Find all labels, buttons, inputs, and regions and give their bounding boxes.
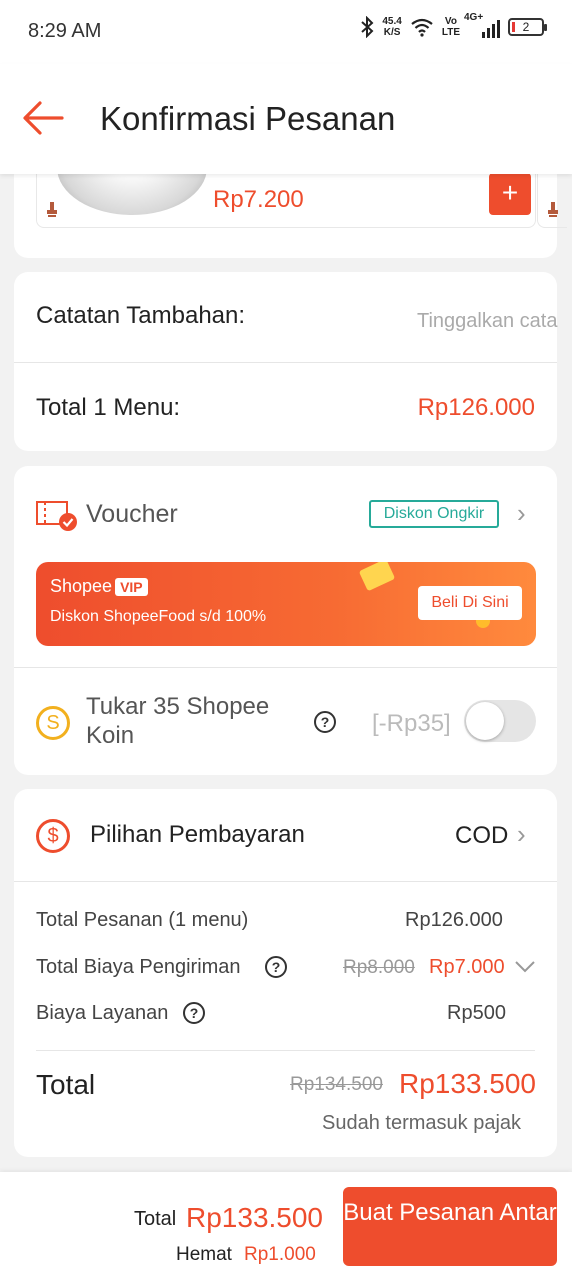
- notes-card: Catatan Tambahan: Tinggalkan cata Total …: [14, 272, 557, 451]
- status-time: 8:29 AM: [28, 20, 102, 42]
- wifi-icon: [411, 18, 433, 37]
- payment-method: COD: [455, 822, 509, 849]
- chevron-right-icon: ›: [517, 498, 526, 528]
- place-order-button[interactable]: Buat Pesanan Antar: [343, 1187, 557, 1266]
- service-fee-label: Biaya Layanan: [36, 1002, 169, 1024]
- signal-icon: 4G+: [464, 12, 500, 38]
- status-icons: 45.4 K/S Vo LTE 4G+ 2: [360, 12, 547, 38]
- merchant-logo-icon: [548, 202, 558, 217]
- payment-icon: $: [36, 819, 70, 853]
- menu-item-price: Rp7.200: [213, 186, 304, 213]
- coin-toggle[interactable]: [464, 700, 536, 742]
- savings-label: Hemat: [176, 1244, 232, 1265]
- shipping-old-price: Rp8.000: [343, 957, 415, 978]
- shopee-coin-icon: S: [36, 706, 70, 740]
- battery-level: 2: [522, 20, 530, 34]
- bottom-total-label: Total: [134, 1208, 177, 1230]
- app-header: Konfirmasi Pesanan: [0, 64, 572, 174]
- menu-total-label: Total 1 Menu:: [36, 394, 181, 421]
- service-fee-value: Rp500: [447, 1002, 506, 1024]
- help-icon[interactable]: ?: [314, 711, 336, 733]
- notes-label: Catatan Tambahan:: [36, 302, 246, 329]
- merchant-logo-icon: [47, 202, 57, 217]
- toggle-knob: [466, 702, 504, 740]
- checkout-bar: Total Rp133.500 Hemat Rp1.000 Buat Pesan…: [0, 1172, 572, 1280]
- shipping-label: Total Biaya Pengiriman: [36, 956, 241, 978]
- shopee-vip-logo: Shopee VIP: [50, 576, 148, 597]
- battery-icon: 2: [508, 18, 547, 36]
- divider: [14, 362, 557, 363]
- voucher-card: Voucher Diskon Ongkir › Shopee VIP Disko…: [14, 466, 557, 775]
- menu-total-value: Rp126.000: [417, 394, 535, 421]
- shopee-vip-banner[interactable]: Shopee VIP Diskon ShopeeFood s/d 100% Be…: [36, 562, 536, 646]
- help-icon[interactable]: ?: [265, 956, 287, 978]
- coin-value: [-Rp35]: [372, 710, 451, 737]
- network-type: 4G+: [464, 12, 484, 23]
- payment-label: Pilihan Pembayaran: [90, 821, 305, 848]
- grand-total-old: Rp134.500: [290, 1074, 383, 1095]
- payment-card: $ Pilihan Pembayaran COD › Total Pesanan…: [14, 789, 557, 1157]
- order-total-value: Rp126.000: [405, 909, 503, 931]
- divider: [36, 1050, 535, 1051]
- bottom-total-value: Rp133.500: [186, 1202, 324, 1233]
- bluetooth-icon: [361, 16, 374, 38]
- voucher-label: Voucher: [86, 500, 178, 528]
- chevron-right-icon: ›: [517, 819, 526, 849]
- volte-indicator: Vo LTE: [441, 16, 460, 38]
- notes-input[interactable]: Tinggalkan cata: [417, 310, 557, 333]
- grand-total-label: Total: [36, 1069, 96, 1100]
- order-total-label: Total Pesanan (1 menu): [36, 909, 249, 931]
- tax-note: Sudah termasuk pajak: [322, 1112, 522, 1134]
- add-item-button[interactable]: +: [489, 173, 531, 215]
- chevron-down-icon[interactable]: [514, 960, 536, 974]
- ticket-decoration-icon: [358, 562, 396, 592]
- help-icon[interactable]: ?: [183, 1002, 205, 1024]
- status-bar: 8:29 AM 45.4 K/S Vo LTE 4G+ 2: [0, 0, 572, 64]
- divider: [14, 881, 557, 882]
- vip-banner-text: Diskon ShopeeFood s/d 100%: [50, 608, 267, 625]
- network-speed: 45.4 K/S: [382, 16, 402, 38]
- page-title: Konfirmasi Pesanan: [100, 100, 396, 137]
- coin-redeem-label: Tukar 35 Shopee Koin: [86, 693, 270, 749]
- buy-vip-button[interactable]: Beli Di Sini: [418, 586, 522, 620]
- menu-item-card: Rp7.200 +: [14, 160, 567, 258]
- grand-total-new: Rp133.500: [399, 1068, 537, 1099]
- savings-value: Rp1.000: [244, 1244, 316, 1265]
- divider: [14, 667, 557, 668]
- voucher-tag: Diskon Ongkir: [369, 500, 499, 528]
- shipping-new-price: Rp7.000: [429, 956, 505, 978]
- voucher-icon: [36, 501, 77, 531]
- back-arrow-icon[interactable]: [22, 100, 64, 136]
